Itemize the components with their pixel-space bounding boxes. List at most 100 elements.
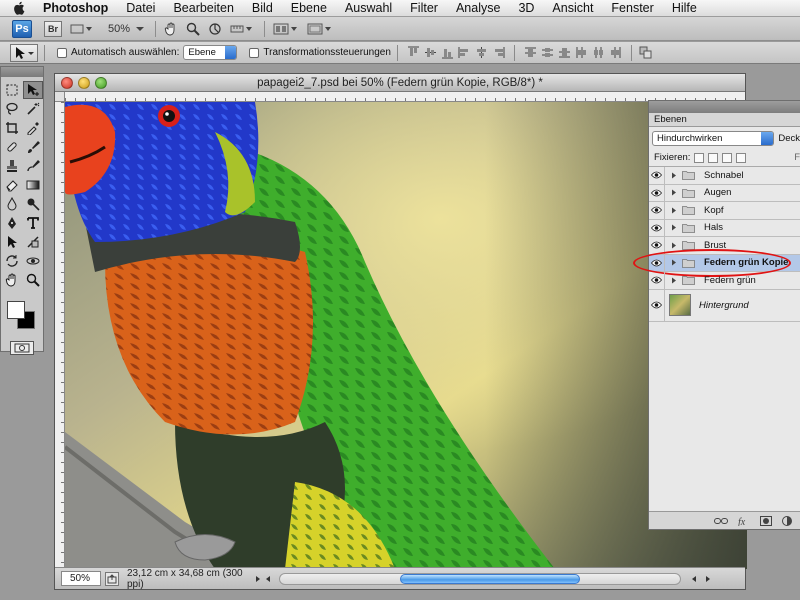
align-vcenter-icon[interactable] (423, 45, 438, 60)
distribute-right-icon[interactable] (608, 45, 623, 60)
expand-triangle-icon[interactable] (668, 224, 680, 231)
menu-bearbeiten[interactable]: Bearbeiten (164, 1, 242, 15)
visibility-eye-icon[interactable] (649, 202, 665, 219)
zoom-level-select[interactable]: 50% (108, 23, 145, 35)
zoom-percent-field[interactable]: 50% (61, 571, 101, 586)
layers-panel-titlebar[interactable] (649, 101, 800, 113)
foreground-color-swatch[interactable] (7, 301, 25, 319)
brush-tool-icon[interactable] (23, 138, 43, 156)
align-hcenter-icon[interactable] (474, 45, 489, 60)
minimize-window-button[interactable] (78, 76, 90, 89)
align-left-icon[interactable] (457, 45, 472, 60)
transform-controls-checkbox[interactable] (249, 47, 260, 58)
image-canvas[interactable] (65, 102, 747, 569)
align-right-icon[interactable] (491, 45, 506, 60)
zoom-tool-icon[interactable] (186, 20, 200, 38)
visibility-eye-icon[interactable] (649, 237, 665, 254)
distribute-bottom-icon[interactable] (557, 45, 572, 60)
expand-triangle-icon[interactable] (668, 207, 680, 214)
3d-orbit-tool-icon[interactable] (23, 252, 43, 270)
lock-transparency-icon[interactable] (694, 152, 705, 163)
layer-row-hintergrund[interactable]: Hintergrund (649, 289, 800, 322)
menu-fenster[interactable]: Fenster (602, 1, 662, 15)
bridge-button[interactable]: Br (44, 20, 62, 37)
auto-align-layers-icon[interactable] (638, 45, 653, 60)
lock-position-icon[interactable] (722, 152, 733, 163)
close-window-button[interactable] (61, 76, 73, 89)
scroll-left-button-icon[interactable] (687, 573, 701, 585)
gradient-tool-icon[interactable] (23, 176, 43, 194)
layer-row-augen[interactable]: Augen (649, 184, 800, 202)
expand-triangle-icon[interactable] (668, 189, 680, 196)
eraser-tool-icon[interactable] (2, 176, 22, 194)
marquee-tool-icon[interactable] (2, 81, 22, 99)
auto-select-target-select[interactable]: Ebene (183, 45, 238, 60)
crop-tool-icon[interactable] (2, 119, 22, 137)
type-tool-icon[interactable] (23, 214, 43, 232)
menu-ebene[interactable]: Ebene (282, 1, 336, 15)
add-layer-mask-icon[interactable] (760, 515, 772, 526)
menu-auswahl[interactable]: Auswahl (336, 1, 401, 15)
zoom-window-button[interactable] (95, 76, 107, 89)
path-selection-tool-icon[interactable] (2, 233, 22, 251)
align-bottom-icon[interactable] (440, 45, 455, 60)
layer-effects-icon[interactable]: fx (738, 516, 750, 526)
pen-tool-icon[interactable] (2, 214, 22, 232)
hand-tool-panel-icon[interactable] (2, 271, 22, 289)
visibility-eye-icon[interactable] (649, 254, 665, 271)
layer-row-schnabel[interactable]: Schnabel (649, 167, 800, 185)
lasso-tool-icon[interactable] (2, 100, 22, 118)
menu-filter[interactable]: Filter (401, 1, 447, 15)
eyedropper-tool-icon[interactable] (23, 119, 43, 137)
distribute-top-icon[interactable] (523, 45, 538, 60)
screen-mode-icon[interactable] (307, 20, 333, 38)
blur-tool-icon[interactable] (2, 195, 22, 213)
layer-row-kopf[interactable]: Kopf (649, 202, 800, 220)
align-top-icon[interactable] (406, 45, 421, 60)
layer-row-federn-gruen[interactable]: Federn grün (649, 272, 800, 290)
export-icon[interactable] (105, 571, 119, 586)
rotate-view-icon[interactable] (208, 20, 222, 38)
horizontal-ruler[interactable] (65, 92, 745, 102)
tool-preset-picker[interactable] (10, 43, 38, 62)
link-layers-icon[interactable] (714, 517, 728, 525)
hand-tool-icon[interactable] (164, 20, 178, 38)
lock-all-icon[interactable] (736, 152, 747, 163)
distribute-vcenter-icon[interactable] (540, 45, 555, 60)
vertical-ruler[interactable] (55, 102, 65, 567)
scroll-left-icon[interactable] (263, 572, 273, 586)
visibility-eye-icon[interactable] (649, 184, 665, 201)
ruler-origin[interactable] (55, 92, 65, 102)
layer-row-brust[interactable]: Brust (649, 237, 800, 255)
layer-row-federn-gruen-kopie[interactable]: Federn grün Kopie (633, 248, 800, 277)
shape-tool-icon[interactable] (23, 233, 43, 251)
magic-wand-tool-icon[interactable] (23, 100, 43, 118)
menu-datei[interactable]: Datei (117, 1, 164, 15)
menu-app-name[interactable]: Photoshop (34, 1, 117, 15)
ruler-dropdown-icon[interactable] (230, 20, 254, 38)
tab-ebenen[interactable]: Ebenen (649, 113, 800, 127)
visibility-eye-icon[interactable] (649, 219, 665, 236)
expand-triangle-icon[interactable] (668, 242, 680, 249)
history-brush-tool-icon[interactable] (23, 157, 43, 175)
distribute-left-icon[interactable] (574, 45, 589, 60)
menu-3d[interactable]: 3D (509, 1, 543, 15)
visibility-eye-icon[interactable] (649, 272, 665, 289)
move-tool-icon[interactable] (23, 81, 43, 99)
3d-rotate-tool-icon[interactable] (2, 252, 22, 270)
visibility-eye-icon[interactable] (649, 167, 665, 184)
layer-row-hals[interactable]: Hals (649, 219, 800, 237)
distribute-hcenter-icon[interactable] (591, 45, 606, 60)
clone-stamp-tool-icon[interactable] (2, 157, 22, 175)
tools-panel-titlebar[interactable] (1, 67, 43, 77)
healing-brush-tool-icon[interactable] (2, 138, 22, 156)
horizontal-scroll-thumb[interactable] (400, 573, 580, 584)
arrange-documents-icon[interactable] (273, 20, 299, 38)
menu-analyse[interactable]: Analyse (447, 1, 509, 15)
status-menu-arrow-icon[interactable] (253, 572, 263, 586)
horizontal-scrollbar[interactable] (279, 572, 681, 585)
expand-triangle-icon[interactable] (668, 259, 680, 266)
expand-triangle-icon[interactable] (668, 172, 680, 179)
scroll-right-button-icon[interactable] (701, 573, 715, 585)
extras-dropdown-icon[interactable] (70, 20, 92, 38)
